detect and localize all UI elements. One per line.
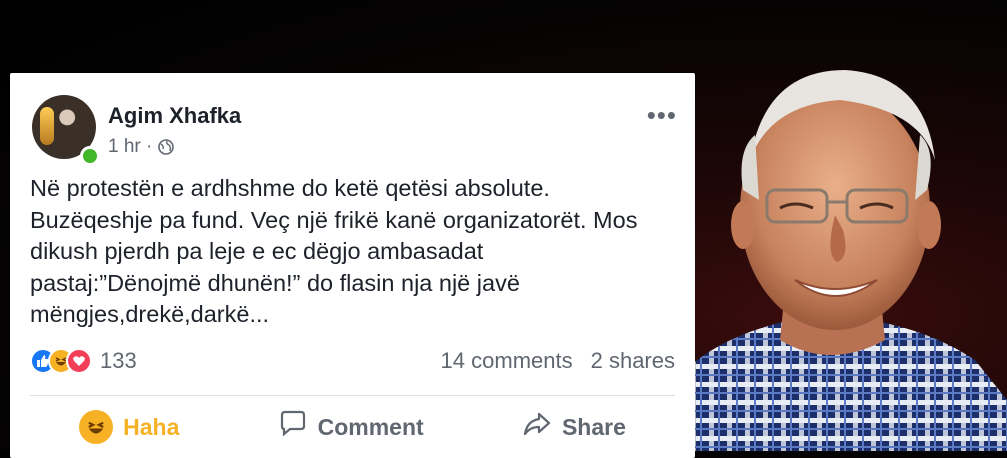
facebook-post-card: Agim Xhafka 1 hr · ••• Në protestën e ar… [10, 73, 695, 458]
comment-label: Comment [317, 413, 424, 440]
haha-reaction-button[interactable]: Haha [79, 410, 179, 444]
globe-icon [158, 139, 175, 155]
share-label: Share [561, 413, 626, 440]
reactions-summary[interactable]: 133 [30, 348, 137, 374]
more-options-button[interactable]: ••• [647, 102, 677, 128]
engagement-counts: 14 comments 2 shares [441, 348, 675, 374]
love-reaction-icon [66, 348, 92, 374]
divider [30, 395, 675, 396]
comment-button[interactable]: Comment [278, 409, 424, 445]
post-action-bar: Haha Comment Share [30, 405, 675, 449]
comment-icon [278, 409, 308, 445]
comments-count-link[interactable]: 14 comments [441, 348, 573, 374]
portrait-photo [655, 40, 1007, 451]
author-name[interactable]: Agim Xhafka [108, 103, 241, 129]
haha-label: Haha [123, 413, 180, 440]
post-text: Në protestën e ardhshme do ketë qetësi a… [30, 175, 638, 327]
shares-count-link[interactable]: 2 shares [591, 348, 675, 374]
post-meta: 1 hr · [108, 136, 175, 158]
post-timestamp[interactable]: 1 hr · [108, 136, 152, 158]
online-status-dot [80, 146, 100, 166]
reactions-count: 133 [100, 348, 137, 373]
share-icon [522, 409, 552, 445]
haha-icon [79, 410, 114, 444]
share-button[interactable]: Share [522, 409, 626, 445]
